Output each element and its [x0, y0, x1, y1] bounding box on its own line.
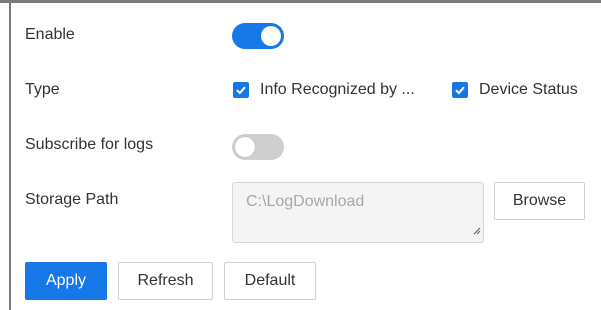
type-option-device-status[interactable]: Device Status	[452, 80, 578, 100]
apply-button[interactable]: Apply	[25, 262, 107, 300]
type-label: Type	[25, 81, 60, 98]
type-option-label: Info Recognized by ...	[260, 81, 415, 98]
resize-grip-icon[interactable]	[471, 222, 481, 240]
toggle-knob	[235, 137, 255, 157]
enable-toggle[interactable]	[232, 23, 284, 49]
subscribe-logs-toggle[interactable]	[232, 134, 284, 160]
storage-path-value: C:\LogDownload	[246, 193, 365, 210]
default-button[interactable]: Default	[224, 262, 316, 300]
storage-path-label: Storage Path	[25, 191, 119, 208]
storage-path-field[interactable]: C:\LogDownload	[232, 182, 484, 243]
subscribe-logs-label: Subscribe for logs	[25, 136, 154, 153]
panel-left-border	[9, 0, 11, 310]
enable-label: Enable	[25, 26, 75, 43]
panel-top-border	[0, 0, 601, 3]
refresh-button[interactable]: Refresh	[118, 262, 213, 300]
toggle-knob	[261, 26, 281, 46]
checkbox-checked-icon[interactable]	[452, 82, 468, 98]
checkbox-checked-icon[interactable]	[233, 82, 249, 98]
type-option-info-recognized[interactable]: Info Recognized by ...	[233, 80, 415, 100]
browse-button[interactable]: Browse	[494, 182, 585, 220]
type-option-label: Device Status	[479, 81, 578, 98]
